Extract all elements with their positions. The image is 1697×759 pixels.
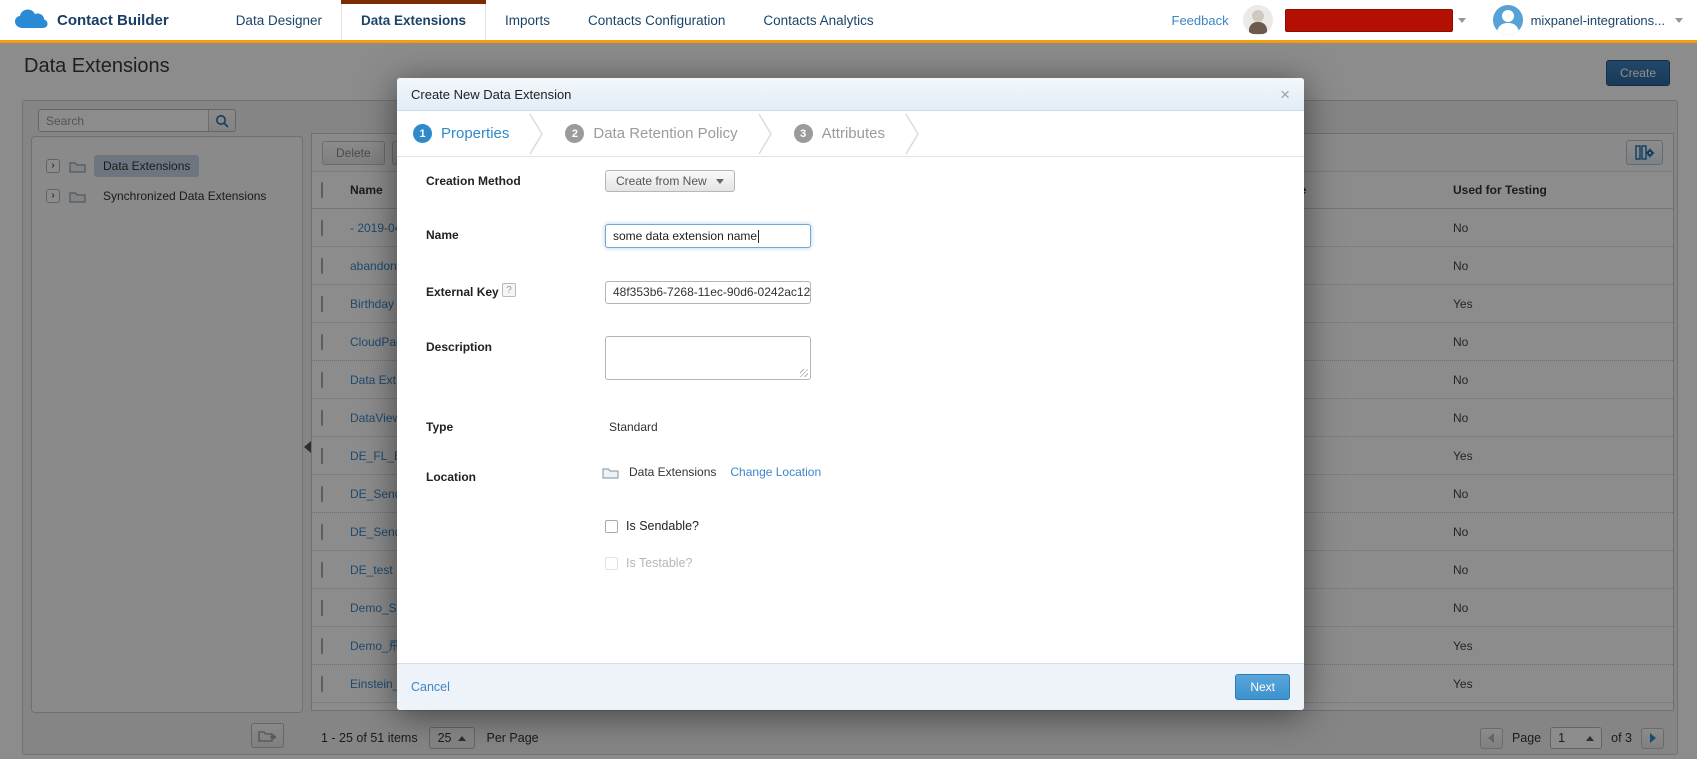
step-label: Data Retention Policy [593,125,737,142]
next-button[interactable]: Next [1235,674,1290,700]
app-title: Contact Builder [57,12,169,29]
nav-tabs: Data DesignerData ExtensionsImportsConta… [217,0,893,40]
creation-method-label: Creation Method [426,174,521,188]
account-name: mixpanel-integrations... [1531,13,1665,28]
step-data-retention-policy[interactable]: 2 Data Retention Policy [565,124,737,143]
step-separator-chevron-icon [905,113,921,155]
step-properties[interactable]: 1 Properties [413,124,509,143]
change-location-link[interactable]: Change Location [730,465,821,479]
folder-icon [602,466,619,479]
description-label: Description [426,340,492,354]
text-cursor [758,230,759,243]
help-icon[interactable]: ? [502,283,516,297]
nav-right: Feedback mixpanel-integrations... [1172,0,1697,40]
step-attributes[interactable]: 3 Attributes [794,124,885,143]
resize-grip-icon[interactable] [800,369,808,377]
modal-title: Create New Data Extension [411,87,571,102]
chevron-down-icon[interactable] [1458,18,1466,23]
description-textarea[interactable] [605,336,811,380]
type-value: Standard [609,420,658,434]
nav-tab-contacts-configuration[interactable]: Contacts Configuration [569,0,744,40]
close-icon[interactable]: × [1280,86,1290,103]
is-sendable-label: Is Sendable? [626,519,699,533]
create-data-extension-modal: Create New Data Extension × 1 Properties 2… [397,78,1304,710]
location-row: Data Extensions Change Location [602,465,821,479]
nav-tab-data-extensions[interactable]: Data Extensions [341,0,486,40]
modal-header: Create New Data Extension × [397,78,1304,111]
step-number: 2 [565,124,584,143]
step-separator-chevron-icon [529,113,545,155]
external-key-label: External Key [426,285,499,299]
is-testable-checkbox [605,557,618,570]
nav-tab-imports[interactable]: Imports [486,0,569,40]
cloud-logo-icon [14,8,48,32]
creation-method-value: Create from New [616,174,707,188]
nav-tab-contacts-analytics[interactable]: Contacts Analytics [744,0,892,40]
brand: Contact Builder [0,0,169,40]
name-input-value: some data extension name [613,229,757,243]
step-number: 3 [794,124,813,143]
is-sendable-row: Is Sendable? [605,519,699,533]
step-label: Attributes [822,125,885,142]
chevron-down-icon [716,179,724,184]
location-value: Data Extensions [629,465,716,479]
feedback-link[interactable]: Feedback [1172,13,1229,28]
user-avatar-icon [1493,5,1523,35]
einstein-avatar [1243,5,1273,35]
wizard-steps: 1 Properties 2 Data Retention Policy 3 Attrib… [397,111,1304,157]
external-key-input[interactable]: 48f353b6-7268-11ec-90d6-0242ac1200 [605,281,811,304]
cancel-link[interactable]: Cancel [411,680,450,694]
is-sendable-checkbox[interactable] [605,520,618,533]
modal-footer: Cancel Next [397,663,1304,710]
step-number: 1 [413,124,432,143]
location-label: Location [426,470,476,484]
step-separator-chevron-icon [758,113,774,155]
name-input[interactable]: some data extension name [605,224,811,248]
name-label: Name [426,228,459,242]
account-redacted-box[interactable] [1285,9,1453,32]
account-chevron-down-icon[interactable] [1675,18,1683,23]
is-testable-row: Is Testable? [605,556,692,570]
nav-tab-data-designer[interactable]: Data Designer [217,0,341,40]
creation-method-dropdown[interactable]: Create from New [605,170,735,192]
step-label: Properties [441,125,509,142]
is-testable-label: Is Testable? [626,556,692,570]
type-label: Type [426,420,453,434]
modal-body: Creation Method Create from New Name som… [397,157,1304,663]
top-nav: Contact Builder Data DesignerData Extens… [0,0,1697,43]
